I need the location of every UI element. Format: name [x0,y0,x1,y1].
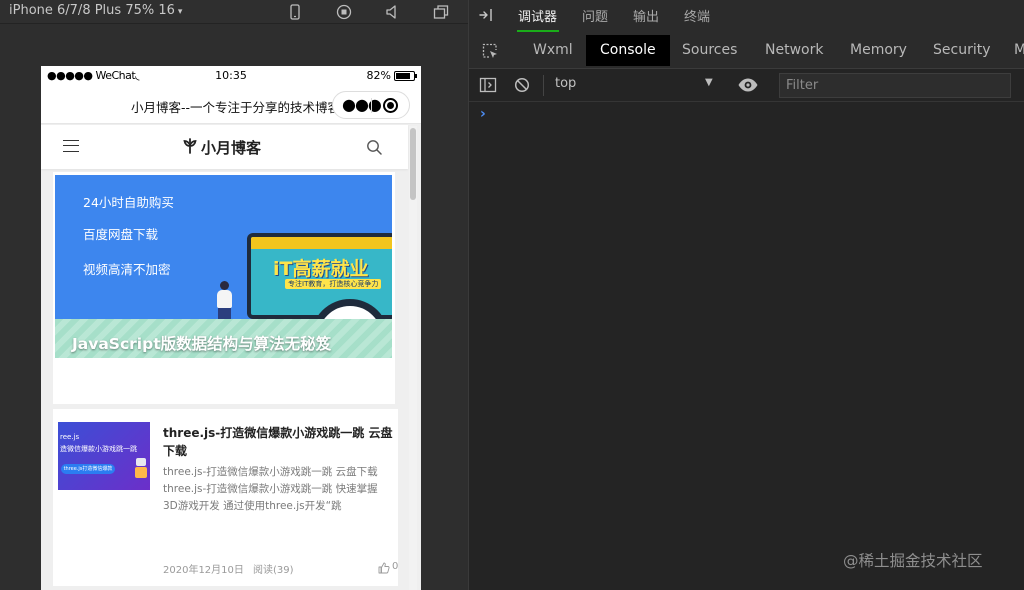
post-excerpt: three.js-打造微信爆款小游戏跳一跳 云盘下载 three.js-打造微信… [163,466,378,512]
post-date: 2020年12月10日 [163,565,244,576]
device-select[interactable]: iPhone 6/7/8 Plus 75% 16 ▾ [9,3,182,18]
thumbnail-text: ree.js [60,433,80,441]
battery-icon [394,71,417,81]
scroll-thumb[interactable] [410,128,416,200]
simulator-pane: iPhone 6/7/8 Plus 75% 16 ▾ ●●●●● WeChat◟ … [0,0,468,590]
chevron-down-icon: ▾ [177,7,183,17]
phone-screen: ●●●●● WeChat◟ 10:35 82% 小月博客--一个专注于分享的技术… [41,66,421,590]
window-icon[interactable] [432,3,450,21]
tab-network[interactable]: Network [751,35,837,66]
tab-problems[interactable]: 问题 [582,6,608,25]
banner-image[interactable]: 24小时自助购买 百度网盘下载 视频高清不加密 iT高薪就业 专注IT教育，打造… [55,175,392,358]
post-item[interactable]: ree.js 造微信爆款小游戏跳一跳 three.js打造微信爆款 three.… [53,409,398,586]
devtools-pane: 调试器 问题 输出 终端 Wxml Console Sources Networ… [468,0,1024,590]
banner-line: 百度网盘下载 [83,227,159,242]
filter-input[interactable] [779,73,1011,98]
tab-terminal[interactable]: 终端 [684,6,710,25]
console-output[interactable]: › [469,103,1024,590]
banner-line: 视频高清不加密 [83,262,171,277]
banner-caption: JavaScript版数据结构与算法无秘笈 [72,335,332,353]
phone-icon[interactable] [286,3,304,21]
miniprogram-nav-bar: 小月博客--一个专注于分享的技术博客 ●●● [41,86,421,124]
banner-heading: iT高薪就业 [273,258,369,280]
post-title[interactable]: three.js-打造微信爆款小游戏跳一跳 云盘下载 [163,424,399,460]
robot-illustration [135,458,147,482]
status-time: 10:35 [215,69,247,82]
menu-icon[interactable] [63,140,79,152]
tab-memory[interactable]: Memory [836,35,921,66]
console-toolbar: top ▼ [469,69,1024,102]
status-bar: ●●●●● WeChat◟ 10:35 82% [41,66,421,86]
post-views: 阅读(39) [253,565,294,576]
close-miniprogram-icon[interactable] [383,98,398,113]
more-icon[interactable]: ●●● [342,92,382,118]
record-icon[interactable] [335,3,353,21]
capsule-divider [371,98,372,113]
tab-sources[interactable]: Sources [668,35,751,66]
thumbnail-badge: three.js打造微信爆款 [61,464,115,474]
thumbs-up-icon [378,562,390,574]
console-prompt-icon[interactable]: › [480,106,486,122]
blog-logo-icon [183,138,197,154]
watermark: @稀土掘金技术社区 [843,552,983,570]
tab-wxml[interactable]: Wxml [519,35,587,66]
tab-more-truncated[interactable]: M [1000,35,1024,66]
search-icon[interactable] [366,139,383,156]
battery-percent: 82% [366,69,391,82]
like-button[interactable]: 0 [378,561,400,574]
console-sidebar-icon[interactable] [479,77,497,93]
eye-icon[interactable] [737,77,759,93]
inspect-element-icon[interactable] [481,42,499,60]
banner-line: 24小时自助购买 [83,195,174,210]
simulator-toolbar: iPhone 6/7/8 Plus 75% 16 ▾ [0,0,468,24]
devtools-top-tabs: 调试器 问题 输出 终端 [469,0,1024,32]
tab-security[interactable]: Security [919,35,1005,66]
tab-output[interactable]: 输出 [633,6,659,25]
devtools-panel-tabs: Wxml Console Sources Network Memory Secu… [469,32,1024,69]
page-scrollbar[interactable] [409,126,417,590]
clear-console-icon[interactable] [514,77,530,93]
blog-header: 小月博客 [41,125,408,169]
like-count: 0 [392,561,399,572]
context-select[interactable]: top [555,76,715,95]
tab-debugger[interactable]: 调试器 [518,6,557,25]
volume-icon[interactable] [384,3,402,21]
capsule-menu: ●●● [332,91,410,119]
post-thumbnail[interactable]: ree.js 造微信爆款小游戏跳一跳 three.js打造微信爆款 [58,422,150,490]
banner-subheading: 专注IT教育，打造核心竞争力 [285,279,382,289]
device-label: iPhone 6/7/8 Plus 75% 16 [9,3,175,18]
thumbnail-text: 造微信爆款小游戏跳一跳 [60,445,137,453]
blog-name: 小月博客 [201,139,262,157]
tab-console[interactable]: Console [586,35,670,66]
toolbar-divider [543,75,544,96]
chevron-down-icon[interactable]: ▼ [705,77,713,88]
banner-card[interactable]: 24小时自助购买 百度网盘下载 视频高清不加密 iT高薪就业 专注IT教育，打造… [53,172,395,404]
nav-title: 小月博客--一个专注于分享的技术博客 [131,100,341,115]
dock-side-icon[interactable] [478,7,496,23]
